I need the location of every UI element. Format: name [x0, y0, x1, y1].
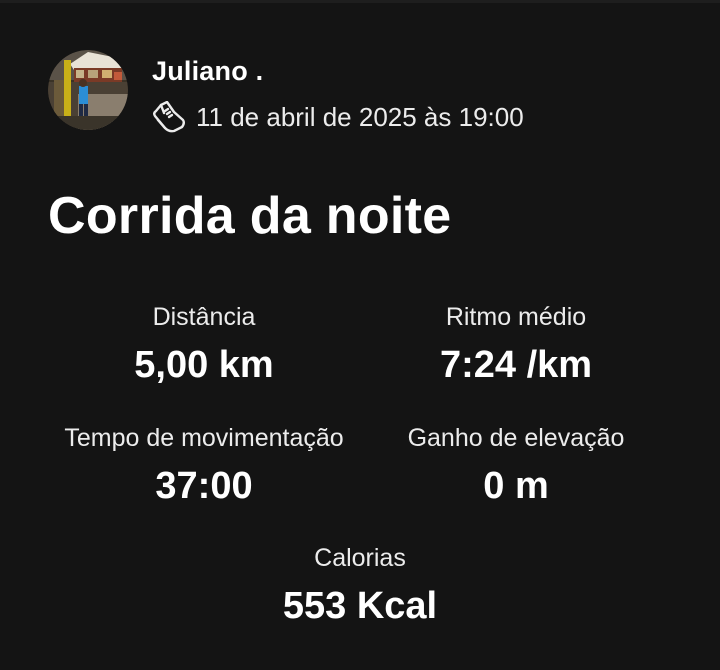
stat-label: Distância — [152, 303, 256, 331]
stat-label: Ritmo médio — [445, 303, 587, 331]
stat-pace: Ritmo médio 7:24 /km — [346, 302, 686, 388]
stat-elevation-gain: Ganho de elevação 0 m — [346, 423, 686, 509]
athlete-name[interactable]: Juliano . — [152, 56, 263, 87]
running-shoe-icon — [152, 100, 186, 133]
avatar-photo — [48, 50, 128, 130]
top-divider — [0, 0, 720, 3]
stat-label: Tempo de movimentação — [64, 424, 344, 452]
stat-value: 7:24 /km — [439, 344, 593, 386]
activity-meta: 11 de abril de 2025 às 19:00 — [152, 100, 524, 134]
stat-value: 553 Kcal — [282, 585, 438, 627]
stat-label: Ganho de elevação — [407, 424, 625, 452]
stat-distance: Distância 5,00 km — [34, 302, 374, 388]
stat-value: 37:00 — [155, 465, 253, 507]
stat-label: Calorias — [314, 544, 406, 572]
stat-value: 0 m — [483, 465, 549, 507]
activity-card: Juliano . 11 de abril de 2025 às 19:00 C… — [0, 0, 720, 670]
activity-title[interactable]: Corrida da noite — [48, 186, 452, 246]
activity-date: 11 de abril de 2025 às 19:00 — [196, 101, 524, 132]
stat-moving-time: Tempo de movimentação 37:00 — [34, 423, 374, 509]
athlete-avatar[interactable] — [48, 50, 128, 130]
stat-value: 5,00 km — [134, 344, 274, 386]
stat-calories: Calorias 553 Kcal — [190, 543, 530, 629]
